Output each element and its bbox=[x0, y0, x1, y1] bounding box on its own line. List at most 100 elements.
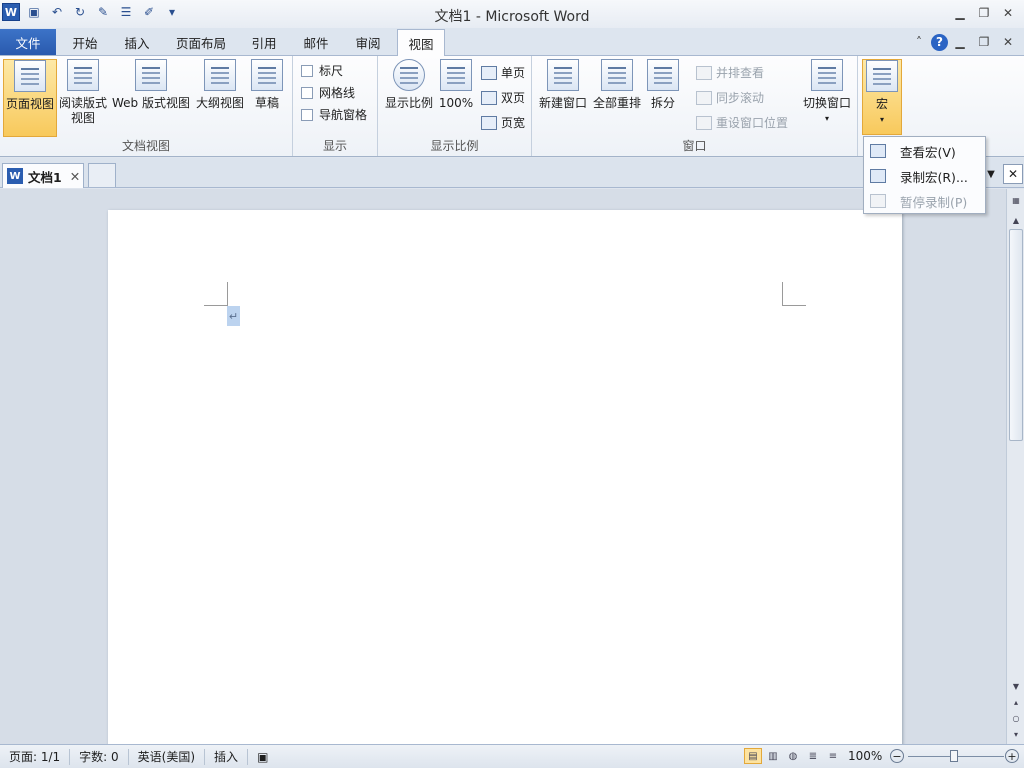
ruler-toggle-icon[interactable]: ▦ bbox=[1009, 193, 1023, 207]
scroll-up-icon[interactable]: ▲ bbox=[1009, 213, 1023, 227]
close-window-icon[interactable]: ✕ bbox=[996, 4, 1020, 22]
tab-file[interactable]: 文件 bbox=[0, 29, 56, 55]
reset-position-button[interactable]: 重设窗口位置 bbox=[696, 114, 788, 131]
menu-item-record-macro[interactable]: 录制宏(R)... bbox=[866, 164, 984, 188]
one-page-icon bbox=[481, 65, 497, 80]
reset-position-label: 重设窗口位置 bbox=[716, 116, 789, 130]
new-window-button[interactable]: 新建窗口 bbox=[537, 59, 589, 111]
zoom-level[interactable]: 100% bbox=[848, 749, 882, 763]
sync-scroll-icon bbox=[696, 90, 712, 105]
arrange-all-icon bbox=[601, 59, 633, 91]
status-page-count[interactable]: 页面: 1/1 bbox=[0, 748, 71, 765]
previous-page-icon[interactable]: ▴ bbox=[1009, 695, 1023, 709]
zoom-out-icon[interactable]: − bbox=[890, 749, 904, 763]
page-width-label: 页宽 bbox=[501, 116, 526, 130]
scroll-down-icon[interactable]: ▼ bbox=[1009, 679, 1023, 693]
zoom-label: 显示比例 bbox=[384, 96, 433, 110]
reading-layout-icon bbox=[67, 59, 99, 91]
new-window-icon bbox=[547, 59, 579, 91]
macro-recording-icon[interactable]: ▣ bbox=[248, 749, 277, 765]
document-page[interactable]: ↵ bbox=[108, 210, 902, 750]
help-icon[interactable]: ? bbox=[931, 33, 948, 51]
switch-windows-label: 切换窗口 bbox=[802, 96, 851, 110]
navigation-pane-checkbox-box[interactable] bbox=[301, 108, 313, 121]
ruler-checkbox[interactable]: 标尺 bbox=[301, 62, 343, 79]
group-document-views: 页面视图 阅读版式 视图 Web 版式视图 大纲视图 草稿 文档视图 bbox=[0, 56, 293, 156]
tab-bar-right-controls: ˄ ? ▁ ❐ ✕ bbox=[907, 33, 1020, 51]
restore-icon[interactable]: ❐ bbox=[972, 4, 996, 22]
vertical-scrollbar[interactable]: ▦ ▲ ▼ ▴ ○ ▾ bbox=[1006, 189, 1024, 744]
view-print-layout-icon[interactable]: ▤ bbox=[744, 748, 762, 764]
two-pages-button[interactable]: 双页 bbox=[481, 89, 525, 106]
page-width-button[interactable]: 页宽 bbox=[481, 114, 525, 131]
doc-restore-icon[interactable]: ❐ bbox=[972, 33, 996, 51]
sync-scroll-button[interactable]: 同步滚动 bbox=[696, 89, 764, 106]
paragraph-mark-icon: ↵ bbox=[227, 306, 240, 326]
select-browse-object-icon[interactable]: ○ bbox=[1009, 711, 1023, 725]
tab-references[interactable]: 引用 bbox=[242, 30, 286, 55]
web-layout-label: Web 版式视图 bbox=[112, 96, 190, 110]
doc-close-icon[interactable]: ✕ bbox=[996, 33, 1020, 51]
one-page-button[interactable]: 单页 bbox=[481, 64, 525, 81]
web-layout-button[interactable]: Web 版式视图 bbox=[111, 59, 191, 111]
outline-icon bbox=[204, 59, 236, 91]
tab-page-layout[interactable]: 页面布局 bbox=[166, 30, 236, 55]
zoom-button[interactable]: 显示比例 bbox=[384, 59, 434, 111]
side-by-side-button[interactable]: 并排查看 bbox=[696, 64, 764, 81]
tab-view[interactable]: 视图 bbox=[397, 29, 445, 56]
view-web-icon[interactable]: ◍ bbox=[784, 748, 802, 764]
tab-insert[interactable]: 插入 bbox=[112, 30, 162, 55]
switch-windows-icon bbox=[811, 59, 843, 91]
new-window-label: 新建窗口 bbox=[538, 96, 587, 110]
zoom-slider-thumb[interactable] bbox=[950, 750, 958, 762]
gridlines-checkbox[interactable]: 网格线 bbox=[301, 84, 355, 101]
group-zoom: 显示比例 100% 单页 双页 页宽 显示比例 bbox=[378, 56, 532, 156]
view-macros-label: 查看宏(V) bbox=[900, 144, 956, 160]
tab-home[interactable]: 开始 bbox=[60, 30, 110, 55]
zoom-in-icon[interactable]: + bbox=[1005, 749, 1019, 763]
reading-layout-button[interactable]: 阅读版式 视图 bbox=[58, 59, 108, 126]
zoom-100-icon bbox=[440, 59, 472, 91]
outline-button[interactable]: 大纲视图 bbox=[194, 59, 246, 111]
ruler-checkbox-box[interactable] bbox=[301, 64, 313, 77]
zoom-100-button[interactable]: 100% bbox=[436, 59, 476, 111]
macros-dropdown-icon: ▾ bbox=[879, 115, 884, 124]
gridlines-checkbox-box[interactable] bbox=[301, 86, 313, 99]
view-outline-icon[interactable]: ≣ bbox=[804, 748, 822, 764]
crop-mark-left bbox=[204, 282, 228, 306]
minimize-icon[interactable]: ▁ bbox=[948, 4, 972, 22]
navigation-pane-checkbox[interactable]: 导航窗格 bbox=[301, 106, 367, 123]
tab-review[interactable]: 审阅 bbox=[346, 30, 390, 55]
macros-button[interactable]: 宏 ▾ bbox=[862, 59, 902, 135]
two-pages-label: 双页 bbox=[501, 91, 526, 105]
menu-item-pause-recording[interactable]: 暂停录制(P) bbox=[866, 189, 984, 213]
tab-mailings[interactable]: 邮件 bbox=[294, 30, 338, 55]
new-tab-button[interactable] bbox=[88, 163, 116, 187]
ribbon-tab-bar: 文件 开始 插入 页面布局 引用 邮件 审阅 视图 ˄ ? ▁ ❐ ✕ bbox=[0, 28, 1024, 56]
menu-item-view-macros[interactable]: 查看宏(V) bbox=[866, 139, 984, 163]
magnifier-icon bbox=[393, 59, 425, 91]
macro-dropdown-menu: 查看宏(V) 录制宏(R)... 暂停录制(P) bbox=[863, 136, 986, 214]
scrollbar-thumb[interactable] bbox=[1009, 229, 1023, 441]
next-page-icon[interactable]: ▾ bbox=[1009, 727, 1023, 741]
switch-windows-button[interactable]: 切换窗口 ▾ bbox=[800, 59, 854, 126]
draft-button[interactable]: 草稿 bbox=[248, 59, 286, 111]
macros-icon bbox=[866, 60, 898, 92]
view-draft-icon[interactable]: ≡ bbox=[824, 748, 842, 764]
arrange-all-label: 全部重排 bbox=[592, 96, 641, 110]
status-language[interactable]: 英语(美国) bbox=[129, 748, 206, 765]
draft-icon bbox=[251, 59, 283, 91]
view-reading-icon[interactable]: ▥ bbox=[764, 748, 782, 764]
status-word-count[interactable]: 字数: 0 bbox=[70, 748, 129, 765]
document-tab[interactable]: W 文档1 ✕ bbox=[2, 163, 84, 188]
view-shortcuts: ▤ ▥ ◍ ≣ ≡ bbox=[744, 748, 844, 764]
minimize-ribbon-icon[interactable]: ˄ bbox=[907, 33, 931, 51]
close-tab-icon[interactable]: ✕ bbox=[70, 169, 80, 184]
split-button[interactable]: 拆分 bbox=[645, 59, 681, 111]
print-layout-button[interactable]: 页面视图 bbox=[3, 59, 57, 137]
page-width-icon bbox=[481, 115, 497, 130]
status-insert-mode[interactable]: 插入 bbox=[205, 748, 249, 765]
doc-minimize-icon[interactable]: ▁ bbox=[948, 33, 972, 51]
close-document-icon[interactable]: ✕ bbox=[1003, 164, 1023, 184]
arrange-all-button[interactable]: 全部重排 bbox=[591, 59, 643, 111]
